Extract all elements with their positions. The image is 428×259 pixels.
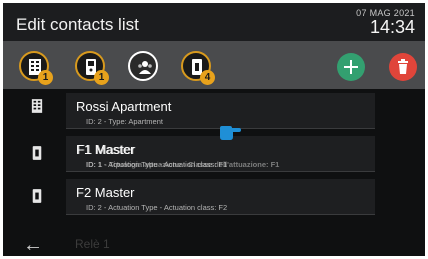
actuator-module-icon <box>32 146 42 160</box>
apartment-building-icon <box>31 99 43 113</box>
header-bar: Edit contacts list 07 MAG 2021 14:34 <box>3 3 425 41</box>
contact-details: ID: 2 - Type: Apartment <box>86 117 163 126</box>
back-arrow-icon[interactable]: ← <box>23 234 43 256</box>
user-group-icon <box>138 61 152 74</box>
filter-count-badge: 1 <box>38 70 53 85</box>
filter-entry-panel-button[interactable]: 1 <box>75 51 109 85</box>
page-title: Edit contacts list <box>16 15 139 34</box>
dragged-contact-details: ID: 1 - Tipologia attuazione - Classe de… <box>86 160 280 169</box>
touch-pointer-icon <box>220 126 241 140</box>
contact-name: F2 Master <box>76 185 135 200</box>
toolbar: 1 1 4 <box>3 41 425 89</box>
contact-name: Rossi Apartment <box>76 99 172 114</box>
contact-details: ID: 2 - Actuation Type - Actuation class… <box>86 203 228 212</box>
list-item[interactable]: Rossi Apartment ID: 2 - Type: Apartment <box>66 93 375 129</box>
filter-count-badge: 4 <box>200 70 215 85</box>
filter-group-button[interactable] <box>128 51 158 81</box>
delete-contact-button[interactable] <box>389 53 417 81</box>
screen: Edit contacts list 07 MAG 2021 14:34 1 1 <box>3 3 425 256</box>
filter-count-badge: 1 <box>94 70 109 85</box>
filter-actuator-button[interactable]: 4 <box>181 51 215 85</box>
filter-apartment-button[interactable]: 1 <box>19 51 53 85</box>
contacts-list: Rossi Apartment ID: 2 - Type: Apartment … <box>3 89 425 256</box>
trash-icon <box>398 59 408 74</box>
clock: 07 MAG 2021 14:34 <box>356 8 415 36</box>
actuator-module-icon <box>32 189 42 203</box>
add-contact-button[interactable] <box>337 53 365 81</box>
time-display: 14:34 <box>369 17 415 37</box>
partial-list-item: Relè 1 <box>75 237 110 251</box>
list-item[interactable]: F2 Master ID: 2 - Actuation Type - Actua… <box>66 179 375 215</box>
plus-icon <box>344 60 358 74</box>
dragged-contact-name: F1 Master <box>77 142 136 157</box>
list-item[interactable]: F1 Master ID: 1 - Actuation Type - Actua… <box>66 136 375 172</box>
